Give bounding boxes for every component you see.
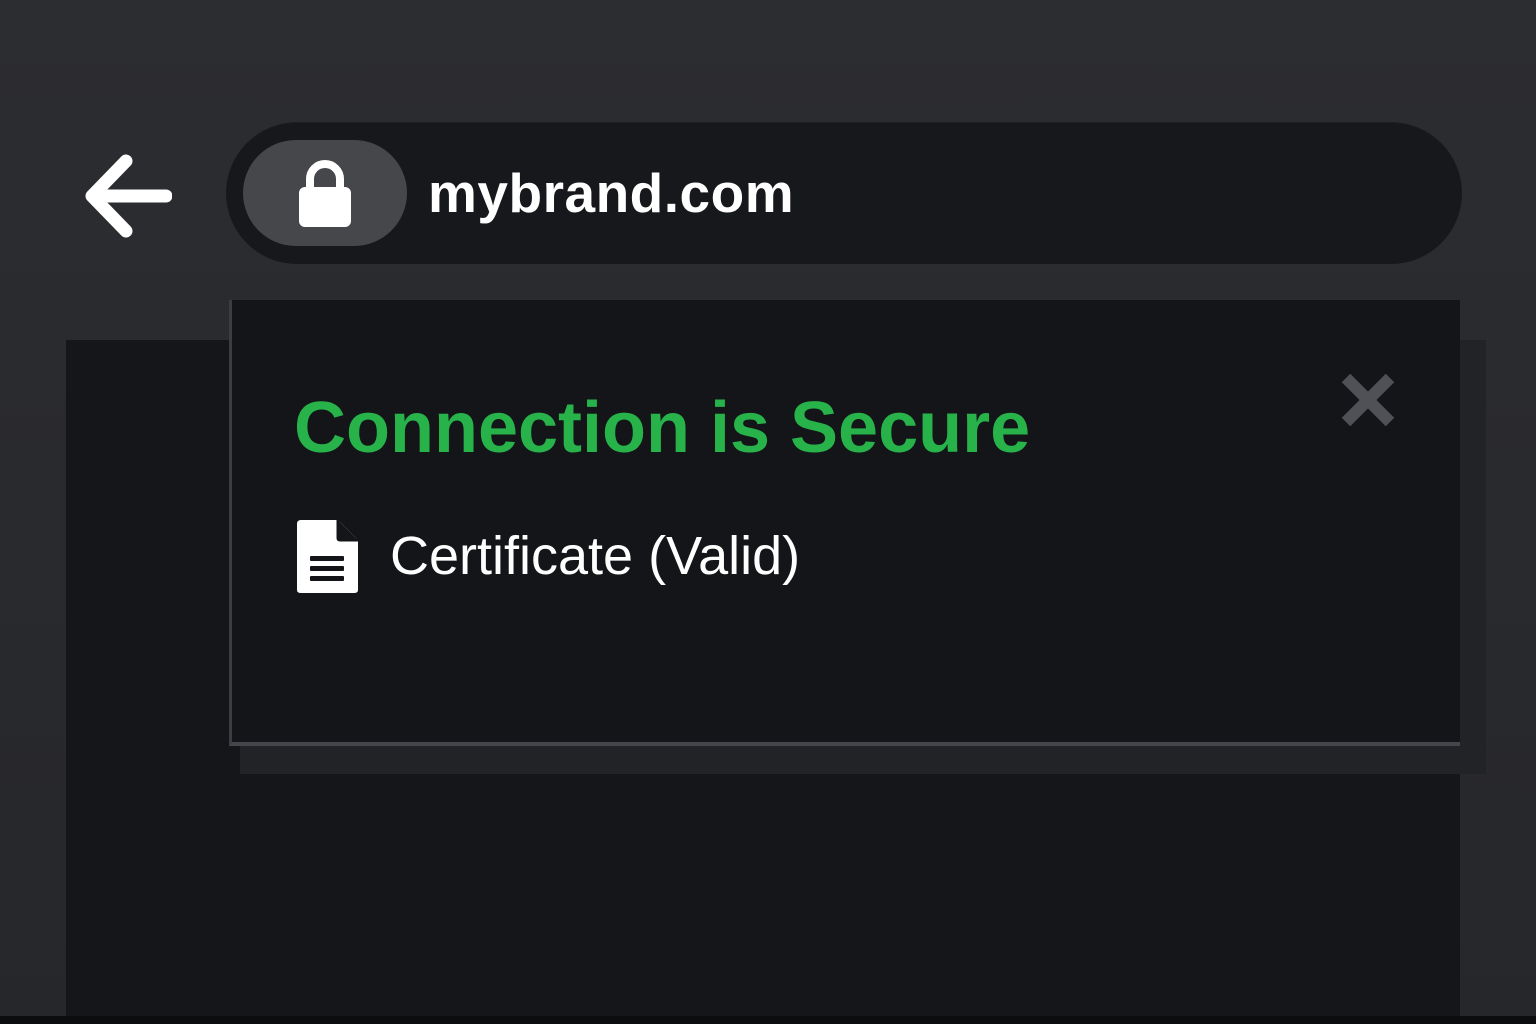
lock-icon <box>299 160 351 227</box>
certificate-item[interactable]: Certificate (Valid) <box>294 516 800 596</box>
site-info-button[interactable] <box>243 140 407 246</box>
certificate-label[interactable]: Certificate (Valid) <box>390 524 800 588</box>
url-text[interactable]: mybrand.com <box>428 160 794 226</box>
close-button[interactable] <box>1332 364 1404 436</box>
bottom-edge <box>0 1016 1536 1024</box>
security-info-popup: Connection is Secure Certificate (Valid) <box>229 300 1460 746</box>
connection-status-title: Connection is Secure <box>294 388 1031 468</box>
back-button[interactable] <box>76 146 176 246</box>
address-bar[interactable]: mybrand.com <box>226 122 1462 264</box>
document-icon <box>294 517 362 595</box>
close-icon <box>1341 373 1395 427</box>
arrow-left-icon <box>85 154 172 238</box>
